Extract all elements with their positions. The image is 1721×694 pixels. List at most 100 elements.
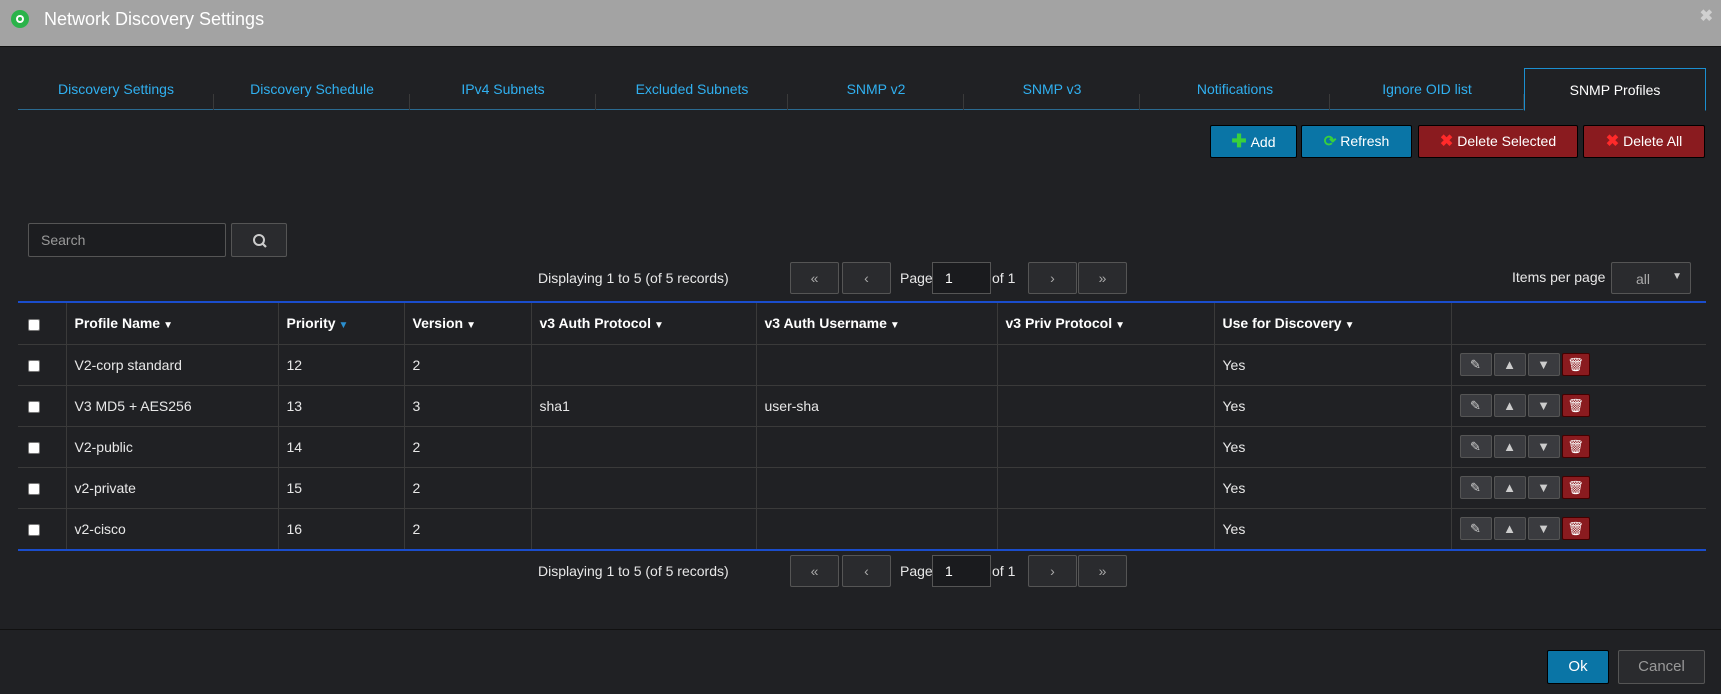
page-of-label: of 1 xyxy=(992,270,1016,286)
cell-auth-protocol xyxy=(530,466,757,509)
trash-icon[interactable]: 🗑 xyxy=(1561,353,1590,376)
trash-icon[interactable]: 🗑 xyxy=(1561,517,1590,541)
column-header-use-for-discovery[interactable]: Use for Discovery ▼ xyxy=(1213,303,1452,345)
ok-button[interactable]: Ok xyxy=(1547,650,1609,684)
close-icon[interactable]: ✖ xyxy=(1700,6,1713,26)
page-number-input-bottom[interactable] xyxy=(932,555,991,587)
next-page-button[interactable]: › xyxy=(1028,262,1077,294)
row-checkbox[interactable] xyxy=(28,524,40,537)
column-header-v3-auth-username[interactable]: v3 Auth Username ▼ xyxy=(755,303,998,345)
items-per-page-select[interactable]: all ▼ xyxy=(1611,262,1691,294)
cell-use-for-discovery: Yes xyxy=(1213,425,1452,468)
tab-snmp-v3[interactable]: SNMP v3 xyxy=(964,68,1140,110)
arrow-down-icon[interactable]: ▼ xyxy=(1527,517,1560,541)
column-label: v3 Auth Protocol xyxy=(539,315,652,332)
cell-auth-username xyxy=(755,507,998,549)
column-header-version[interactable]: Version ▼ xyxy=(403,303,532,345)
delete-all-button[interactable]: ✖ Delete All xyxy=(1583,125,1705,158)
tab-snmp-profiles[interactable]: SNMP Profiles xyxy=(1524,68,1706,111)
row-select-cell xyxy=(18,343,67,386)
row-actions: ✎ ▲ ▼ 🗑 xyxy=(1450,384,1706,427)
last-page-button-bottom[interactable]: » xyxy=(1078,555,1127,587)
cell-use-for-discovery: Yes xyxy=(1213,507,1452,549)
items-per-page-label: Items per page xyxy=(1512,269,1606,285)
add-button[interactable]: ✚ Add xyxy=(1210,125,1297,158)
arrow-up-icon[interactable]: ▲ xyxy=(1493,476,1526,499)
cancel-button[interactable]: Cancel xyxy=(1618,650,1705,684)
tab-snmp-v2[interactable]: SNMP v2 xyxy=(788,68,964,110)
column-header-v3-priv-protocol[interactable]: v3 Priv Protocol ▼ xyxy=(996,303,1215,345)
prev-page-button[interactable]: ‹ xyxy=(842,262,891,294)
arrow-down-icon[interactable]: ▼ xyxy=(1527,353,1560,376)
edit-icon[interactable]: ✎ xyxy=(1459,394,1492,417)
tab-discovery-settings[interactable]: Discovery Settings xyxy=(18,68,214,110)
column-label: v3 Priv Protocol xyxy=(1005,315,1113,332)
cell-priority: 16 xyxy=(277,507,405,549)
search-button[interactable] xyxy=(231,223,287,257)
cell-profile-name: v2-cisco xyxy=(65,507,279,549)
page-number-input[interactable] xyxy=(932,262,991,294)
tab-ipv4-subnets[interactable]: IPv4 Subnets xyxy=(410,68,596,110)
tab-discovery-schedule[interactable]: Discovery Schedule xyxy=(214,68,410,110)
cell-use-for-discovery: Yes xyxy=(1213,466,1452,509)
tab-bar: Discovery Settings Discovery Schedule IP… xyxy=(18,68,1706,111)
arrow-up-icon[interactable]: ▲ xyxy=(1493,435,1526,458)
row-select-cell xyxy=(18,466,67,509)
refresh-button[interactable]: ⟳ Refresh xyxy=(1301,125,1412,158)
sort-caret-icon: ▼ xyxy=(466,320,476,332)
sort-caret-icon: ▼ xyxy=(654,320,664,332)
footer-divider xyxy=(0,629,1721,630)
delete-selected-label: Delete Selected xyxy=(1457,133,1557,149)
cell-version: 2 xyxy=(403,425,532,468)
table-header-row: Profile Name ▼ Priority ▼ Version ▼ v3 Auth… xyxy=(18,303,1706,345)
column-header-priority[interactable]: Priority ▼ xyxy=(277,303,405,345)
row-select-cell xyxy=(18,507,67,549)
tab-ignore-oid-list[interactable]: Ignore OID list xyxy=(1330,68,1524,110)
window-titlebar: Network Discovery Settings ✖ xyxy=(0,0,1721,47)
cell-version: 2 xyxy=(403,466,532,509)
edit-icon[interactable]: ✎ xyxy=(1459,476,1492,499)
trash-icon[interactable]: 🗑 xyxy=(1561,394,1590,417)
cell-version: 3 xyxy=(403,384,532,427)
cell-priv-protocol xyxy=(996,343,1215,386)
column-label: Version xyxy=(412,315,464,332)
sort-caret-icon: ▼ xyxy=(163,320,173,332)
cell-use-for-discovery: Yes xyxy=(1213,343,1452,386)
edit-icon[interactable]: ✎ xyxy=(1459,517,1492,541)
row-checkbox[interactable] xyxy=(28,482,40,495)
trash-icon[interactable]: 🗑 xyxy=(1561,435,1590,458)
row-select-cell xyxy=(18,384,67,427)
next-page-button-bottom[interactable]: › xyxy=(1028,555,1077,587)
arrow-up-icon[interactable]: ▲ xyxy=(1493,353,1526,376)
row-checkbox[interactable] xyxy=(28,441,40,454)
arrow-down-icon[interactable]: ▼ xyxy=(1527,394,1560,417)
cell-profile-name: V2-corp standard xyxy=(65,343,279,386)
tab-excluded-subnets[interactable]: Excluded Subnets xyxy=(596,68,788,110)
window-title: Network Discovery Settings xyxy=(44,9,265,29)
trash-icon[interactable]: 🗑 xyxy=(1561,476,1590,499)
page-label-bottom: Page xyxy=(900,563,933,579)
column-label: Profile Name xyxy=(74,315,161,332)
last-page-button[interactable]: » xyxy=(1078,262,1127,294)
first-page-button-bottom[interactable]: « xyxy=(790,555,839,587)
row-checkbox[interactable] xyxy=(28,359,40,372)
arrow-up-icon[interactable]: ▲ xyxy=(1493,517,1526,541)
cell-profile-name: V2-public xyxy=(65,425,279,468)
edit-icon[interactable]: ✎ xyxy=(1459,353,1492,376)
edit-icon[interactable]: ✎ xyxy=(1459,435,1492,458)
row-checkbox[interactable] xyxy=(28,400,40,413)
tab-notifications[interactable]: Notifications xyxy=(1140,68,1330,110)
select-all-checkbox[interactable] xyxy=(28,318,40,331)
column-header-v3-auth-protocol[interactable]: v3 Auth Protocol ▼ xyxy=(530,303,757,345)
pager-display-text: Displaying 1 to 5 (of 5 records) xyxy=(538,270,729,286)
delete-selected-button[interactable]: ✖ Delete Selected xyxy=(1418,125,1578,158)
arrow-down-icon[interactable]: ▼ xyxy=(1527,435,1560,458)
cell-priv-protocol xyxy=(996,384,1215,427)
search-input[interactable] xyxy=(28,223,226,257)
arrow-up-icon[interactable]: ▲ xyxy=(1493,394,1526,417)
column-header-profile-name[interactable]: Profile Name ▼ xyxy=(65,303,279,345)
prev-page-button-bottom[interactable]: ‹ xyxy=(842,555,891,587)
arrow-down-icon[interactable]: ▼ xyxy=(1527,476,1560,499)
first-page-button[interactable]: « xyxy=(790,262,839,294)
refresh-button-label: Refresh xyxy=(1340,133,1390,149)
